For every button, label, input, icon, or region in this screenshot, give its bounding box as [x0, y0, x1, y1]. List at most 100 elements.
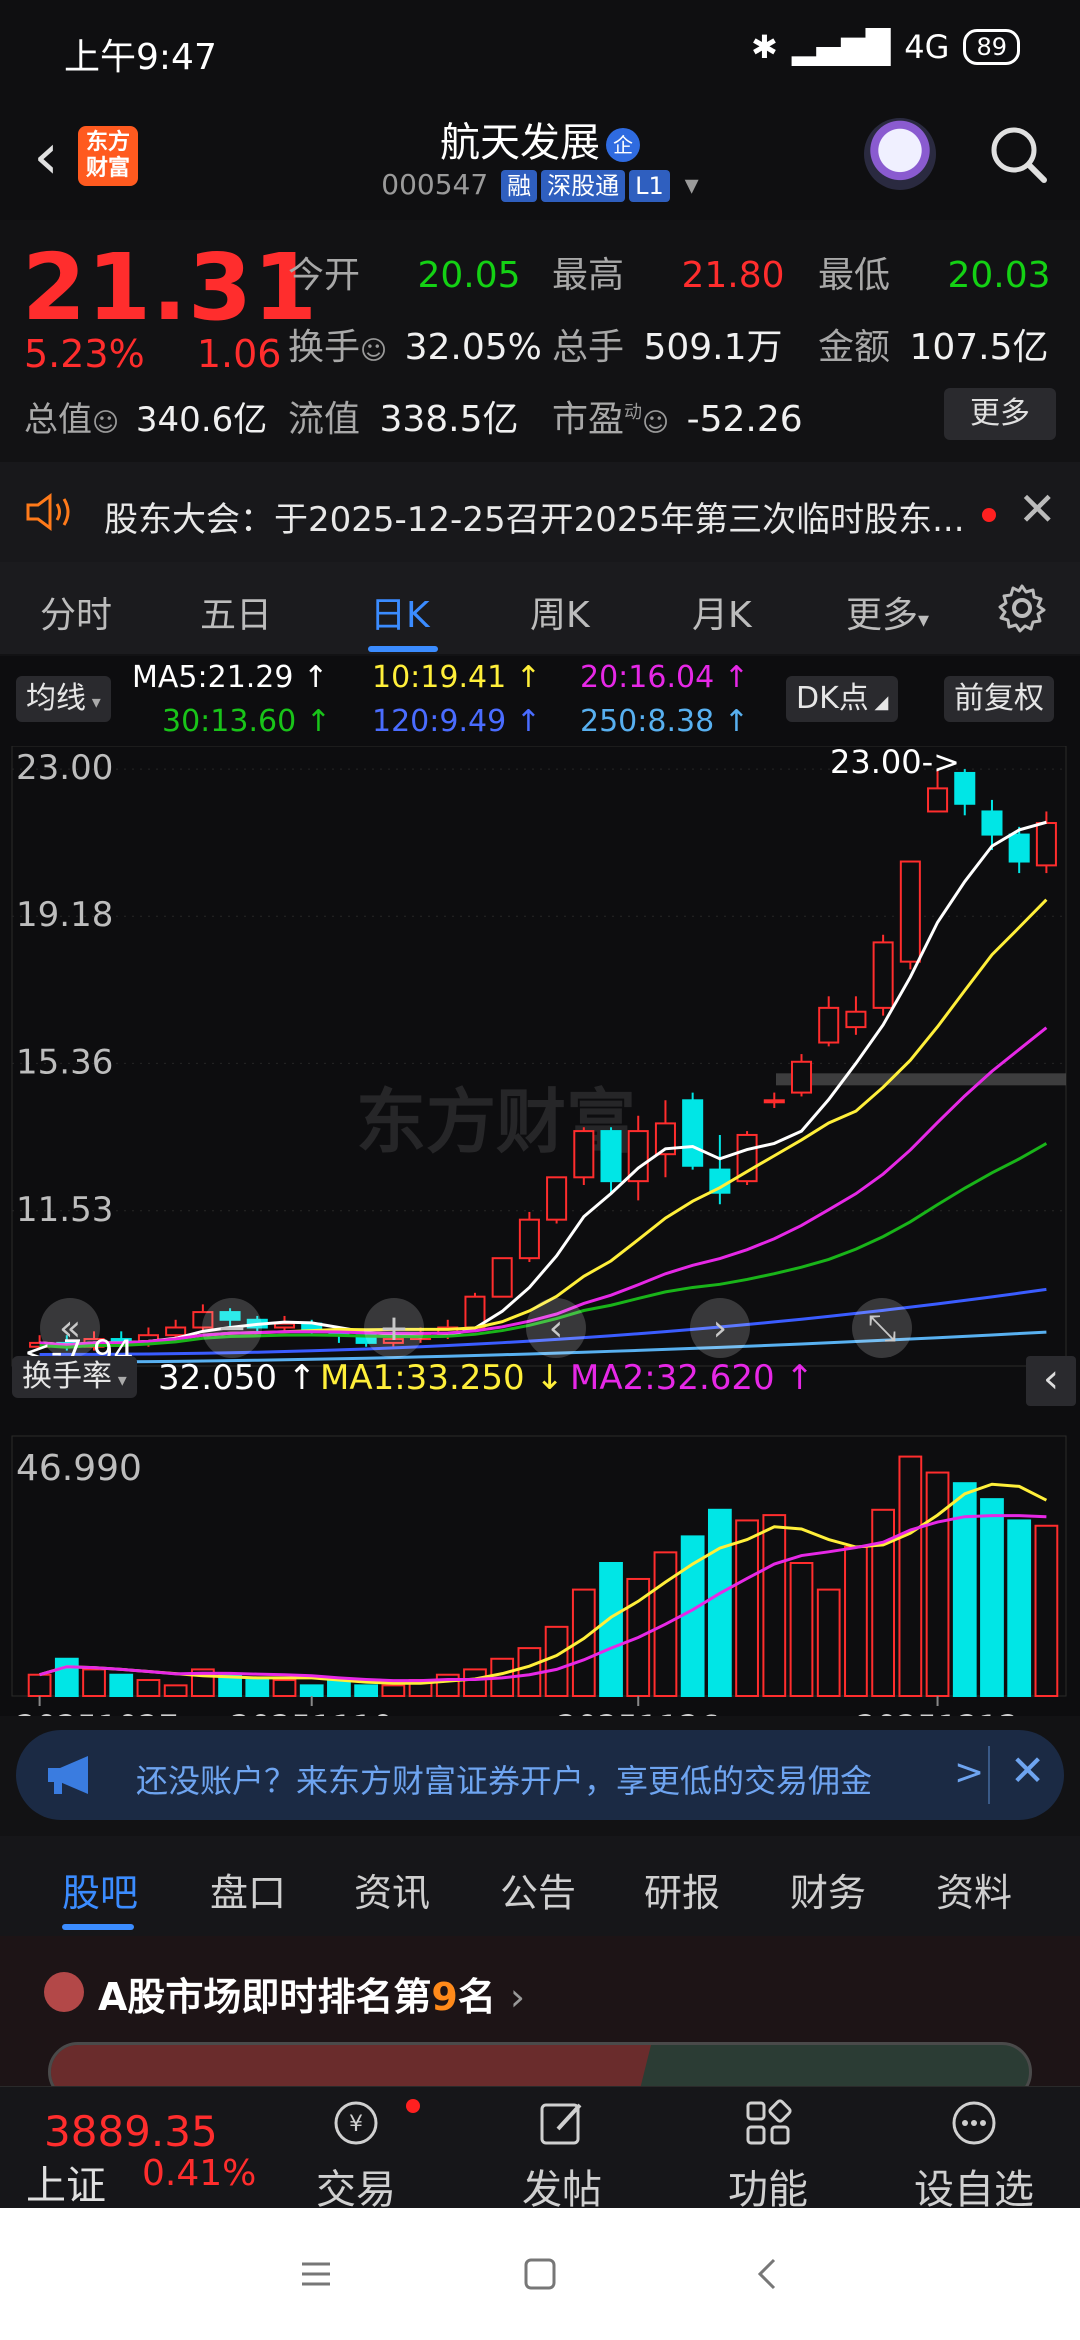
- turnover-bar: [844, 1546, 868, 1697]
- ma-selector[interactable]: 均线 ▾: [16, 676, 111, 722]
- tab-five-day[interactable]: 五日: [200, 586, 272, 638]
- turnover-bar: [980, 1498, 1004, 1697]
- low-label: 最低: [818, 255, 891, 296]
- change-amount: 1.06: [196, 332, 282, 376]
- announcement-bar[interactable]: 股东大会：于2025-12-25召开2025年第三次临时股东... ✕: [0, 462, 1080, 562]
- gear-icon[interactable]: [996, 582, 1048, 634]
- zoom-in-icon: +: [379, 1308, 409, 1349]
- tab-intraday[interactable]: 分时: [40, 586, 112, 638]
- index-pct[interactable]: 0.41%: [142, 2153, 256, 2194]
- nav-post[interactable]: 发帖: [492, 2087, 632, 2213]
- high-value: 21.80: [681, 255, 785, 296]
- chevron-right-icon: ›: [509, 1975, 526, 2019]
- tab-pankou[interactable]: 盘口: [210, 1862, 286, 1917]
- candle-body: [273, 1322, 296, 1329]
- nav-functions[interactable]: 功能: [698, 2087, 838, 2213]
- chevron-right-icon: >: [954, 1752, 985, 1793]
- close-icon[interactable]: ✕: [1010, 1746, 1045, 1795]
- menu-icon[interactable]: [296, 2254, 336, 2294]
- sub-indicator-selector[interactable]: 换手率 ▾: [12, 1356, 137, 1398]
- turnover-bar: [381, 1684, 406, 1697]
- tab-weekly-k[interactable]: 周K: [530, 586, 590, 638]
- ma10-value: 10:19.41 ↑: [372, 660, 541, 695]
- grid-icon: [746, 2099, 792, 2145]
- scroll-left-icon: ‹: [549, 1308, 563, 1349]
- status-bar: 上午9:47 ✱ ▂▄▆█ 4G 89: [0, 0, 1080, 100]
- turnover-bar: [789, 1561, 814, 1697]
- last-price: 21.31: [22, 234, 319, 341]
- turnover-label: 换手: [288, 327, 361, 368]
- dropdown-icon: ▾: [684, 168, 699, 201]
- collapse-chevron-icon[interactable]: ‹: [1026, 1356, 1076, 1406]
- tab-daily-k[interactable]: 日K: [370, 586, 430, 638]
- candle-body: [491, 1257, 513, 1298]
- market-rank-card[interactable]: A股市场即时排名第9名 ›: [0, 1936, 1080, 2102]
- chevron-down-icon: ▾: [112, 1370, 127, 1391]
- price-change: 5.23% 1.06: [24, 332, 281, 376]
- back-nav-icon[interactable]: [748, 2254, 788, 2294]
- robot-assistant-icon[interactable]: [864, 118, 936, 190]
- kline-svg[interactable]: 东方财富23.0019.1815.3611.5323.00-><-7.94« − +…: [0, 746, 1080, 1716]
- info-icon[interactable]: ☺: [360, 336, 387, 366]
- sub-ma1: MA1:33.250 ↓: [320, 1358, 564, 1398]
- amount-value: 107.5亿: [909, 327, 1049, 368]
- tab-news[interactable]: 资讯: [354, 1862, 430, 1917]
- ma10-text: 10:19.41: [372, 660, 507, 695]
- volume-value: 509.1万: [643, 327, 783, 368]
- close-icon[interactable]: ✕: [1018, 482, 1057, 536]
- pe-label: 市盈: [552, 399, 625, 440]
- nav-watchlist-label: 设自选: [914, 2167, 1034, 2213]
- stock-name: 航天发展: [440, 120, 600, 166]
- kline-chart-area[interactable]: 均线 ▾ MA5:21.29 ↑ 10:19.41 ↑ 20:16.04 ↑ 3…: [0, 656, 1080, 1716]
- open-value: 20.05: [417, 255, 521, 296]
- nav-watchlist[interactable]: 设自选: [904, 2087, 1044, 2213]
- volume-label: 总手: [552, 327, 625, 368]
- search-icon[interactable]: [986, 122, 1050, 186]
- date-label: 20251126: [557, 1708, 720, 1716]
- tab-finance[interactable]: 财务: [790, 1862, 866, 1917]
- y-tick-label: 23.00: [16, 748, 113, 788]
- y-tick-label: 15.36: [16, 1042, 113, 1082]
- turnover-bar: [54, 1657, 79, 1698]
- tab-monthly-k[interactable]: 月K: [692, 586, 752, 638]
- low-value: 20.03: [947, 255, 1051, 296]
- date-label: 20251212: [856, 1708, 1019, 1716]
- adjust-button[interactable]: 前复权: [944, 676, 1054, 722]
- turnover-bar: [463, 1668, 487, 1698]
- chevron-down-icon: ▾: [918, 608, 930, 633]
- nav-trade[interactable]: ¥ 交易: [286, 2087, 426, 2213]
- candle-body: [818, 1006, 840, 1044]
- index-value[interactable]: 3889.35: [44, 2107, 218, 2156]
- info-icon[interactable]: ☺: [92, 408, 119, 438]
- tag-level: L1: [629, 170, 670, 202]
- home-icon[interactable]: [520, 2254, 560, 2294]
- pe-sup: 动: [624, 402, 643, 423]
- qi-badge: 企: [606, 128, 640, 162]
- turnover-bar: [816, 1588, 841, 1697]
- chevron-down-icon: ▾: [86, 692, 101, 713]
- change-pct: 5.23%: [24, 332, 145, 376]
- open-account-banner[interactable]: 还没账户？来东方财富证券开户，享更低的交易佣金 > ✕: [16, 1730, 1064, 1820]
- index-name[interactable]: 上证: [26, 2153, 106, 2211]
- mktcap-cell: 总值☺ 340.6亿: [24, 392, 267, 441]
- tab-profile[interactable]: 资料: [936, 1862, 1012, 1917]
- dk-point-button[interactable]: DK点 ◢: [786, 676, 899, 722]
- turnover-bar: [898, 1455, 923, 1697]
- dk-label: DK点: [796, 681, 869, 716]
- tab-research[interactable]: 研报: [644, 1862, 720, 1917]
- candle-body: [763, 1099, 785, 1104]
- turnover-bar: [245, 1679, 270, 1698]
- turnover-bar: [707, 1508, 732, 1697]
- more-button[interactable]: 更多: [944, 388, 1056, 440]
- tab-more[interactable]: 更多▾: [846, 586, 929, 638]
- turnover-bar: [136, 1679, 161, 1698]
- turnover-bar: [354, 1684, 379, 1697]
- sub-label: 换手率: [22, 1359, 112, 1394]
- tab-announcements[interactable]: 公告: [500, 1862, 576, 1917]
- ma5-value: MA5:21.29 ↑: [132, 660, 329, 695]
- tab-guba[interactable]: 股吧: [62, 1862, 138, 1917]
- ma20-text: 20:16.04: [580, 660, 715, 695]
- info-icon[interactable]: ☺: [642, 408, 669, 438]
- amount-label: 金额: [818, 327, 891, 368]
- candle-body: [682, 1099, 704, 1167]
